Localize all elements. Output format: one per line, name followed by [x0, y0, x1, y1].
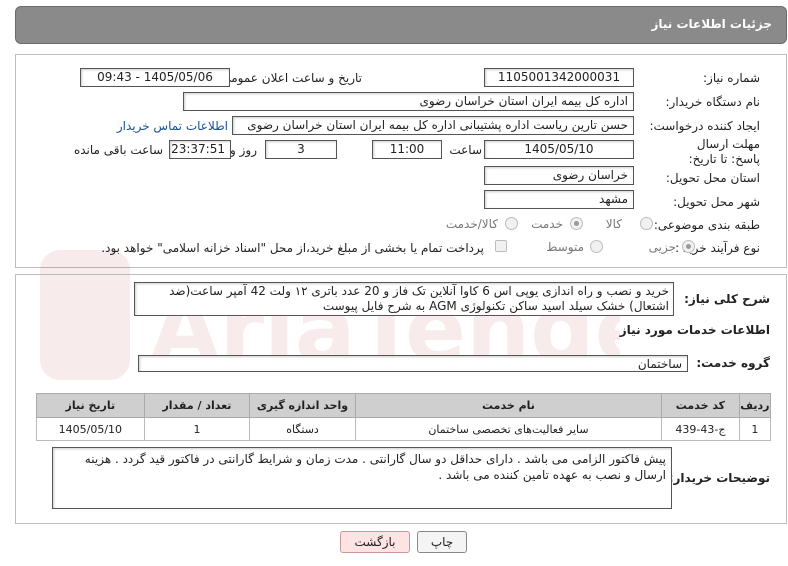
- col-row-header: ردیف: [738, 393, 772, 418]
- description-field[interactable]: خرید و نصب و راه اندازی یوپی اس 6 کاوا آ…: [134, 282, 674, 316]
- remaining-time-field[interactable]: 23:37:51: [169, 140, 231, 159]
- table-row: 1 ج-43-439 سایر فعالیت‌های تخصصی ساختمان…: [36, 417, 772, 441]
- cell-row: 1: [738, 417, 772, 441]
- process-medium-label: متوسط: [546, 240, 584, 254]
- province-label: استان محل تحویل:: [665, 171, 760, 185]
- need-number-field[interactable]: 1105001342000031: [484, 68, 634, 87]
- category-service-radio[interactable]: [570, 217, 583, 230]
- services-title: اطلاعات خدمات مورد نیاز: [619, 323, 770, 337]
- requester-field[interactable]: حسن تارین ریاست اداره پشتیبانی اداره کل …: [232, 116, 634, 135]
- back-button[interactable]: بازگشت: [340, 531, 410, 553]
- category-goods-service-radio[interactable]: [505, 217, 518, 230]
- announce-datetime-label: تاریخ و ساعت اعلان عمومی:: [217, 71, 362, 85]
- process-minor-radio[interactable]: [682, 240, 695, 253]
- service-group-field[interactable]: ساختمان: [138, 355, 688, 372]
- category-service-label: خدمت: [531, 217, 563, 231]
- cell-name: سایر فعالیت‌های تخصصی ساختمان: [354, 417, 663, 441]
- cell-qty: 1: [143, 417, 251, 441]
- city-label: شهر محل تحویل:: [673, 195, 760, 209]
- buyer-org-label: نام دستگاه خریدار:: [665, 95, 761, 109]
- deadline-label: مهلت ارسال پاسخ: تا تاریخ:: [688, 137, 760, 166]
- buyer-notes-label: توضیحات خریدار:: [668, 471, 770, 485]
- city-field[interactable]: مشهد: [484, 190, 634, 209]
- category-goods-service-label: کالا/خدمت: [445, 217, 498, 231]
- buyer-contact-link[interactable]: اطلاعات تماس خریدار: [117, 119, 228, 133]
- col-qty-header: تعداد / مقدار: [143, 393, 251, 418]
- page-title: جزئیات اطلاعات نیاز: [651, 17, 772, 31]
- treasury-checkbox[interactable]: [495, 240, 507, 252]
- need-number-label: شماره نیاز:: [703, 71, 760, 85]
- requester-label: ایجاد کننده درخواست:: [649, 119, 760, 133]
- remaining-days-field[interactable]: 3: [265, 140, 337, 159]
- category-goods-label: کالا: [605, 217, 622, 231]
- deadline-time-field[interactable]: 11:00: [372, 140, 442, 159]
- print-button[interactable]: چاپ: [417, 531, 467, 553]
- description-label: شرح کلی نیاز:: [684, 292, 770, 306]
- col-unit-header: واحد اندازه گیری: [249, 393, 356, 418]
- cell-unit: دستگاه: [249, 417, 356, 441]
- page-header: جزئیات اطلاعات نیاز: [15, 6, 787, 44]
- service-group-label: گروه خدمت:: [696, 356, 770, 370]
- treasury-note: پرداخت تمام یا بخشی از مبلغ خرید،از محل …: [101, 241, 484, 255]
- deadline-date-field[interactable]: 1405/05/10: [484, 140, 634, 159]
- remaining-time-label: ساعت باقی مانده: [73, 143, 163, 157]
- cell-date: 1405/05/10: [36, 417, 145, 441]
- province-field[interactable]: خراسان رضوی: [484, 166, 634, 185]
- category-label: طبقه بندی موضوعی:: [653, 218, 760, 232]
- buyer-notes-field[interactable]: پیش فاکتور الزامی می باشد . دارای حداقل …: [52, 447, 672, 509]
- category-goods-radio[interactable]: [640, 217, 653, 230]
- col-name-header: نام خدمت: [354, 393, 663, 418]
- cell-code: ج-43-439: [661, 417, 740, 441]
- table-header-row: ردیف کد خدمت نام خدمت واحد اندازه گیری ت…: [36, 393, 772, 418]
- process-minor-label: جزیی: [648, 240, 676, 254]
- buyer-org-field[interactable]: اداره کل بیمه ایران استان خراسان رضوی: [183, 92, 634, 111]
- services-table: ردیف کد خدمت نام خدمت واحد اندازه گیری ت…: [36, 393, 772, 441]
- deadline-time-label: ساعت: [449, 143, 482, 157]
- announce-datetime-field[interactable]: 1405/05/06 - 09:43: [80, 68, 230, 87]
- col-date-header: تاریخ نیاز: [36, 393, 145, 418]
- process-medium-radio[interactable]: [590, 240, 603, 253]
- col-code-header: کد خدمت: [661, 393, 740, 418]
- remaining-days-label: روز و: [230, 143, 257, 157]
